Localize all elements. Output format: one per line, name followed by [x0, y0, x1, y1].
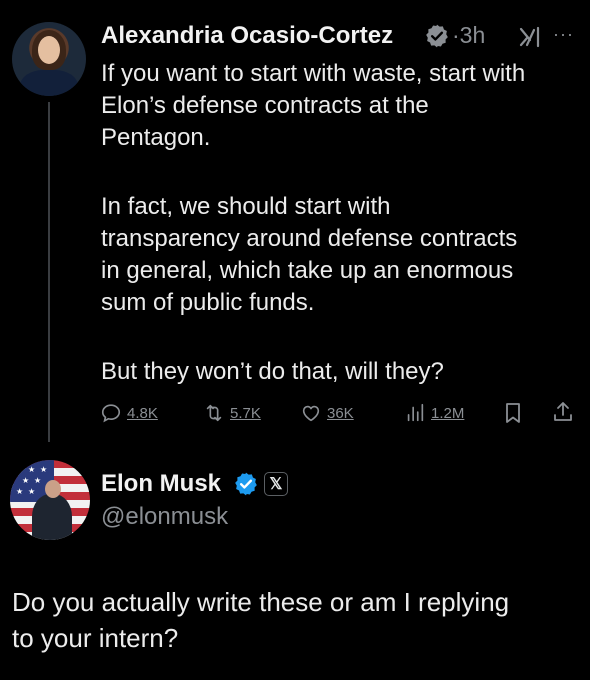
tweet-paragraph-2: In fact, we should start with transparen… [101, 193, 518, 316]
bookmark-icon[interactable] [502, 401, 524, 425]
share-icon[interactable] [552, 400, 574, 424]
star-icon: ★ [34, 476, 42, 485]
grok-icon[interactable] [518, 25, 544, 49]
star-icon: ★ [16, 487, 24, 496]
reply-count: 4.8K [127, 404, 158, 422]
avatar-person [32, 494, 72, 540]
verified-gray-icon [426, 24, 448, 48]
author-avatar[interactable] [12, 22, 86, 96]
author-name[interactable]: Alexandria Ocasio-Cortez [101, 22, 393, 50]
repost-button[interactable]: 5.7K [203, 400, 261, 426]
thread-line [48, 102, 50, 442]
verified-blue-icon [235, 472, 257, 496]
tweet-paragraph-3: But they won’t do that, will they? [101, 358, 444, 385]
views-button[interactable]: 1.2M [404, 400, 464, 426]
star-icon: ★ [40, 465, 48, 474]
reply-author-avatar[interactable]: ★ ★ ★ ★ ★ ★ ★ [10, 460, 90, 540]
star-icon: ★ [28, 465, 36, 474]
star-icon: ★ [16, 465, 24, 474]
x-affiliation-icon: 𝕏 [264, 472, 288, 496]
reply-author-name[interactable]: Elon Musk [101, 470, 221, 498]
repost-icon [206, 404, 222, 422]
more-icon[interactable]: ··· [553, 24, 574, 45]
avatar-body [20, 70, 78, 96]
tweet-time[interactable]: ·3h [452, 22, 485, 49]
views-icon [407, 403, 424, 422]
reply-icon [101, 404, 121, 423]
like-button[interactable]: 36K [300, 400, 354, 426]
avatar-face [38, 36, 60, 64]
star-icon: ★ [28, 487, 36, 496]
like-icon [302, 405, 320, 422]
avatar-head [45, 480, 61, 498]
reply-button[interactable]: 4.8K [100, 400, 158, 426]
star-icon: ★ [22, 476, 30, 485]
repost-count: 5.7K [230, 404, 261, 422]
reply-author-handle[interactable]: @elonmusk [101, 503, 228, 531]
reply-text: Do you actually write these or am I repl… [12, 587, 510, 653]
views-count: 1.2M [431, 404, 465, 422]
like-count: 36K [327, 404, 354, 422]
tweet-paragraph-1: If you want to start with waste, start w… [101, 60, 526, 151]
